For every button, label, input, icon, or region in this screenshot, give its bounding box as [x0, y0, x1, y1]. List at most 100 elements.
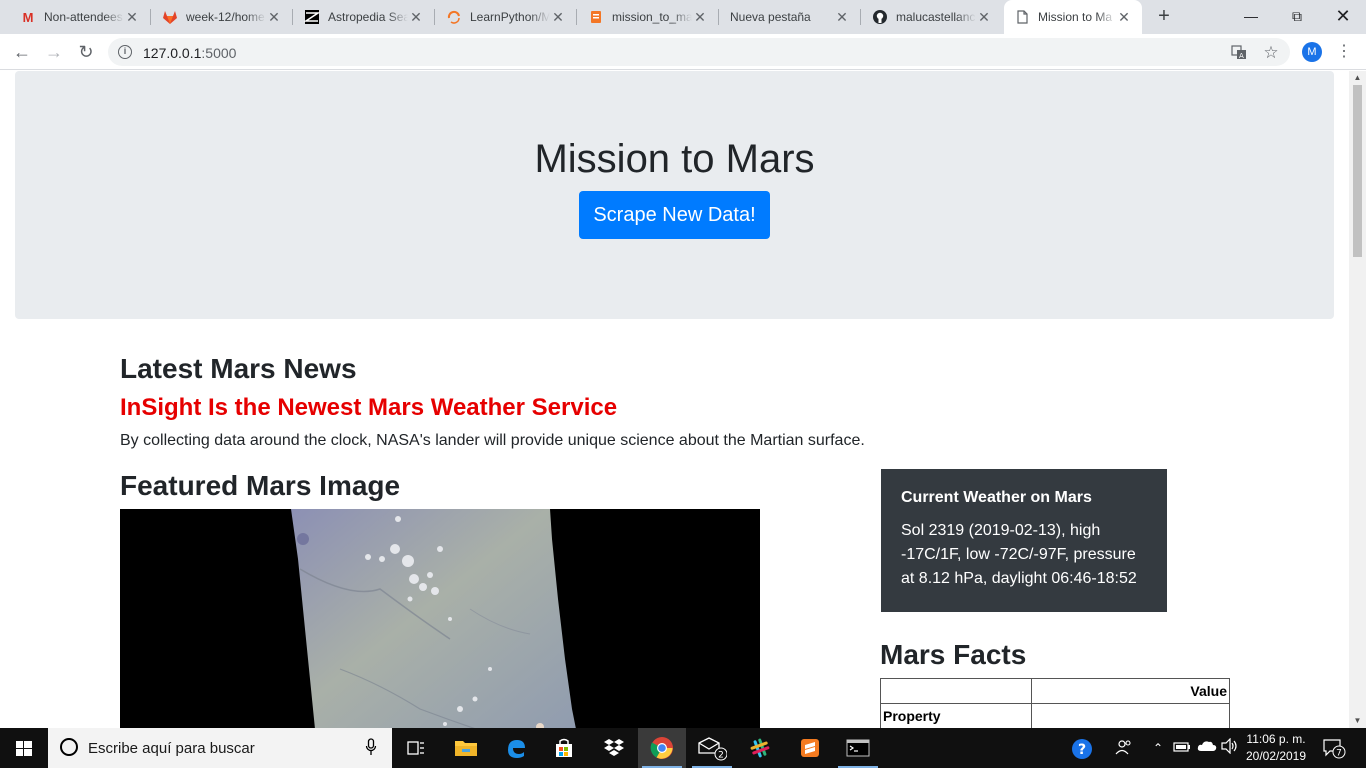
help-icon[interactable]: ?	[1070, 738, 1094, 759]
tab-separator	[718, 9, 719, 25]
bookmark-star-icon[interactable]: ☆	[1262, 44, 1280, 62]
close-icon[interactable]: ✕	[124, 9, 140, 26]
mail-icon[interactable]: 2	[688, 728, 736, 768]
clock-time: 11:06 p. m.	[1246, 732, 1306, 746]
tab-astropedia[interactable]: Astropedia Sea ✕	[294, 0, 434, 34]
tab-title: Nueva pestaña	[730, 10, 811, 24]
gitlab-icon	[162, 9, 178, 25]
slack-icon[interactable]	[736, 728, 784, 768]
news-body: By collecting data around the clock, NAS…	[120, 432, 865, 449]
store-icon[interactable]	[540, 728, 588, 768]
tab-notebook[interactable]: mission_to_ma ✕	[578, 0, 718, 34]
url-host: 127.0.0.1	[143, 45, 202, 61]
scroll-up-arrow-icon[interactable]: ▲	[1349, 71, 1366, 85]
close-icon[interactable]: ✕	[266, 9, 282, 26]
close-icon[interactable]: ✕	[692, 9, 708, 26]
table-header-row: Value	[880, 678, 1230, 704]
tab-separator	[576, 9, 577, 25]
cortana-icon	[60, 738, 78, 756]
windows-logo-icon	[16, 741, 32, 756]
page-viewport: Mission to Mars Scrape New Data! Latest …	[0, 71, 1349, 728]
table-row-header: Property	[880, 703, 1032, 728]
menu-icon[interactable]: ⋮	[1336, 40, 1352, 64]
browser-toolbar: ← → ↻ i 127.0.0.1:5000 A ☆ M ⋮	[0, 34, 1366, 70]
vertical-scrollbar[interactable]: ▲ ▼	[1349, 71, 1366, 728]
close-icon[interactable]: ✕	[976, 9, 992, 26]
profile-avatar[interactable]: M	[1302, 42, 1322, 62]
file-explorer-icon[interactable]	[442, 728, 490, 768]
astropedia-icon	[304, 9, 320, 25]
tab-separator	[434, 9, 435, 25]
github-icon	[872, 9, 888, 25]
translate-icon[interactable]: A	[1230, 44, 1248, 62]
table-header-cell	[880, 678, 1032, 704]
url-port: :5000	[201, 45, 237, 61]
chrome-icon[interactable]	[638, 728, 686, 768]
learnpython-icon	[446, 9, 462, 25]
tab-gitlab[interactable]: week-12/home ✕	[152, 0, 292, 34]
tab-gmail[interactable]: M Non-attendees ✕	[10, 0, 150, 34]
news-title: InSight Is the Newest Mars Weather Servi…	[120, 394, 618, 421]
weather-text: Sol 2319 (2019-02-13), high -17C/1F, low…	[901, 522, 1137, 587]
notification-count: 7	[1336, 749, 1342, 759]
scrollbar-thumb[interactable]	[1353, 85, 1362, 257]
notebook-icon	[588, 9, 604, 25]
tab-title: LearnPython/M	[470, 10, 550, 24]
people-icon[interactable]	[1114, 738, 1134, 758]
tab-learnpython[interactable]: LearnPython/M ✕	[436, 0, 576, 34]
taskbar-search[interactable]: Escribe aquí para buscar	[48, 728, 392, 768]
start-button[interactable]	[0, 728, 48, 768]
close-icon[interactable]: ✕	[408, 9, 424, 26]
tab-strip: M Non-attendees ✕ week-12/home ✕ Astrope…	[0, 0, 1366, 34]
edge-icon[interactable]	[492, 728, 540, 768]
weather-title: Current Weather on Mars	[901, 489, 1092, 506]
microphone-icon[interactable]	[364, 738, 378, 758]
news-heading: Latest Mars News	[120, 353, 357, 384]
reload-icon[interactable]: ↻	[72, 38, 100, 66]
featured-mars-image	[120, 509, 760, 728]
forward-arrow-icon[interactable]: →	[40, 38, 68, 66]
volume-icon[interactable]	[1220, 737, 1240, 758]
tab-separator	[150, 9, 151, 25]
tab-mission-to-mars[interactable]: Mission to Ma ✕	[1004, 0, 1142, 34]
dropbox-icon[interactable]	[590, 728, 638, 768]
facts-table: Value Property	[880, 678, 1230, 728]
tab-title: Astropedia Sea	[328, 10, 408, 24]
mail-badge: 2	[718, 751, 724, 761]
windows-taskbar: Escribe aquí para buscar 2 ? ⌃ 11:06 p. …	[0, 728, 1366, 768]
info-icon[interactable]: i	[118, 45, 132, 59]
clock-date: 20/02/2019	[1245, 749, 1307, 763]
close-icon[interactable]: ✕	[834, 9, 850, 26]
sublime-text-icon[interactable]	[786, 728, 834, 768]
url-text[interactable]: 127.0.0.1:5000	[143, 45, 236, 61]
svg-text:?: ?	[1078, 742, 1086, 758]
terminal-icon[interactable]	[834, 728, 882, 768]
tab-title: mission_to_ma	[612, 10, 692, 24]
scrape-button[interactable]: Scrape New Data!	[579, 191, 770, 239]
table-cell	[1031, 703, 1230, 728]
featured-heading: Featured Mars Image	[120, 470, 401, 501]
table-header-cell: Value	[1031, 678, 1230, 704]
scroll-down-arrow-icon[interactable]: ▼	[1349, 714, 1366, 728]
close-icon[interactable]: ✕	[1116, 9, 1132, 26]
tab-title: Non-attendees	[44, 10, 123, 24]
notification-center-icon[interactable]: 7	[1322, 737, 1346, 759]
battery-icon[interactable]	[1172, 738, 1192, 758]
minimize-button[interactable]: —	[1228, 0, 1274, 32]
tab-title: Mission to Ma	[1038, 10, 1113, 24]
onedrive-icon[interactable]	[1196, 738, 1218, 758]
new-tab-button[interactable]: +	[1152, 5, 1176, 29]
task-view-icon[interactable]	[392, 728, 440, 768]
gmail-icon: M	[22, 9, 34, 25]
close-window-button[interactable]: ✕	[1320, 0, 1366, 32]
back-arrow-icon[interactable]: ←	[8, 38, 36, 66]
page-icon	[1014, 9, 1030, 25]
tab-new[interactable]: Nueva pestaña ✕	[720, 0, 860, 34]
chevron-up-icon[interactable]: ⌃	[1150, 738, 1166, 758]
table-row: Property	[880, 703, 1230, 728]
tab-github[interactable]: malucastellanc ✕	[862, 0, 1002, 34]
close-icon[interactable]: ✕	[550, 9, 566, 26]
system-clock[interactable]: 11:06 p. m. 20/02/2019	[1244, 731, 1308, 765]
restore-button[interactable]: ⧉	[1274, 0, 1320, 32]
address-bar[interactable]: i 127.0.0.1:5000 A ☆	[108, 38, 1290, 66]
